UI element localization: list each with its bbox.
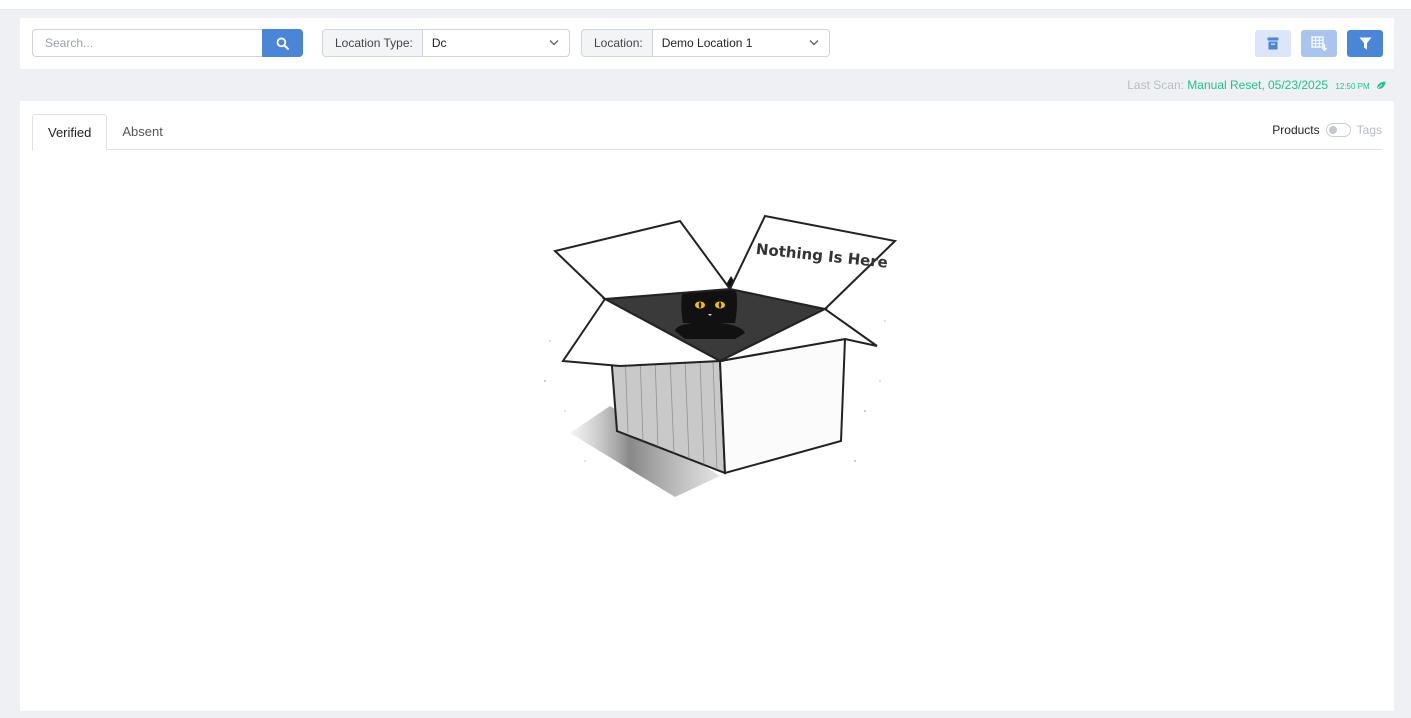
archive-button[interactable] (1255, 30, 1291, 57)
location-type-text: Dc (431, 36, 447, 50)
location-text: Demo Location 1 (661, 36, 753, 50)
products-tags-switch[interactable] (1325, 123, 1351, 137)
last-scan-label: Last Scan: (1127, 78, 1184, 92)
export-excel-icon (1310, 36, 1327, 51)
toggle-products-label: Products (1272, 123, 1320, 137)
top-border (0, 0, 1411, 10)
chevron-down-icon (549, 40, 559, 46)
location-type-value[interactable]: Dc (423, 30, 569, 56)
location-type-label: Location Type: (323, 30, 423, 56)
search-icon (276, 37, 289, 50)
last-scan-time: 12:50 PM (1335, 82, 1370, 91)
archive-icon (1267, 37, 1279, 50)
filter-button[interactable] (1347, 30, 1383, 57)
tab-absent[interactable]: Absent (107, 114, 177, 150)
location-label: Location: (582, 30, 653, 56)
switch-knob (1328, 126, 1337, 134)
toolbar: Location Type: Dc Location: Demo Locatio… (20, 18, 1394, 69)
tab-bar: Verified Absent (32, 114, 1382, 151)
search-button[interactable] (262, 29, 303, 57)
search-group (32, 29, 303, 57)
empty-state-illustration: Nothing Is Here (544, 214, 898, 497)
location-type-select[interactable]: Location Type: Dc (322, 29, 570, 57)
main-panel: Verified Absent Products Tags Nothing Is… (20, 101, 1394, 711)
leaf-icon (1376, 81, 1386, 90)
location-select[interactable]: Location: Demo Location 1 (581, 29, 830, 57)
chevron-down-icon (809, 40, 819, 46)
tab-verified[interactable]: Verified (32, 114, 108, 151)
last-scan-value: Manual Reset, 05/23/2025 (1187, 78, 1329, 92)
filter-icon (1359, 37, 1371, 50)
location-value[interactable]: Demo Location 1 (653, 30, 829, 56)
export-excel-button[interactable] (1301, 30, 1337, 57)
last-scan-bar: Last Scan: Manual Reset, 05/23/2025 12:5… (20, 69, 1394, 101)
search-input[interactable] (32, 29, 262, 57)
toggle-tags-label: Tags (1356, 123, 1382, 137)
products-tags-toggle: Products Tags (1272, 123, 1382, 137)
